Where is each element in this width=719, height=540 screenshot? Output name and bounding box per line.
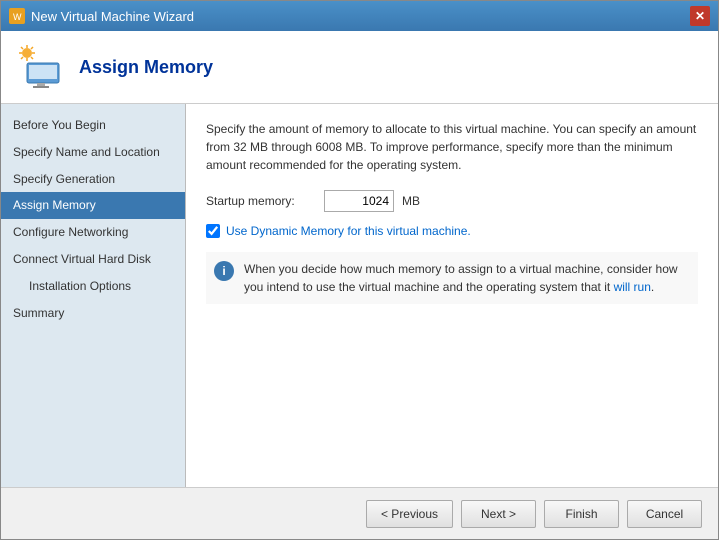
next-button[interactable]: Next > xyxy=(461,500,536,528)
sidebar-item-specify-name[interactable]: Specify Name and Location xyxy=(1,139,185,166)
sidebar-item-summary[interactable]: Summary xyxy=(1,300,185,327)
sidebar-item-connect-vhd[interactable]: Connect Virtual Hard Disk xyxy=(1,246,185,273)
sidebar-item-configure-networking[interactable]: Configure Networking xyxy=(1,219,185,246)
cancel-button[interactable]: Cancel xyxy=(627,500,702,528)
info-box: i When you decide how much memory to ass… xyxy=(206,252,698,304)
window-title: New Virtual Machine Wizard xyxy=(31,9,194,24)
startup-memory-label: Startup memory: xyxy=(206,194,316,208)
info-text: When you decide how much memory to assig… xyxy=(244,260,690,296)
info-icon: i xyxy=(214,261,234,281)
sidebar-item-before-you-begin[interactable]: Before You Begin xyxy=(1,112,185,139)
dynamic-memory-row: Use Dynamic Memory for this virtual mach… xyxy=(206,224,698,238)
close-button[interactable]: ✕ xyxy=(690,6,710,26)
sidebar-item-assign-memory[interactable]: Assign Memory xyxy=(1,192,185,219)
app-icon: W xyxy=(9,8,25,24)
header-title: Assign Memory xyxy=(79,57,213,78)
description-text: Specify the amount of memory to allocate… xyxy=(206,120,698,174)
footer: < Previous Next > Finish Cancel xyxy=(1,487,718,539)
title-bar-left: W New Virtual Machine Wizard xyxy=(9,8,194,24)
svg-text:W: W xyxy=(13,12,22,22)
header-section: Assign Memory xyxy=(1,31,718,104)
sidebar-item-installation-options[interactable]: Installation Options xyxy=(1,273,185,300)
content-area: Specify the amount of memory to allocate… xyxy=(186,104,718,487)
startup-memory-input[interactable] xyxy=(324,190,394,212)
startup-memory-unit: MB xyxy=(402,194,420,208)
sidebar-item-specify-generation[interactable]: Specify Generation xyxy=(1,166,185,193)
main-content: Before You Begin Specify Name and Locati… xyxy=(1,104,718,487)
finish-button[interactable]: Finish xyxy=(544,500,619,528)
previous-button[interactable]: < Previous xyxy=(366,500,453,528)
startup-memory-row: Startup memory: MB xyxy=(206,190,698,212)
sidebar: Before You Begin Specify Name and Locati… xyxy=(1,104,186,487)
dynamic-memory-label[interactable]: Use Dynamic Memory for this virtual mach… xyxy=(226,224,471,238)
wizard-window: W New Virtual Machine Wizard ✕ xyxy=(0,0,719,540)
dynamic-memory-checkbox[interactable] xyxy=(206,224,220,238)
header-icon xyxy=(17,43,65,91)
title-bar: W New Virtual Machine Wizard ✕ xyxy=(1,1,718,31)
